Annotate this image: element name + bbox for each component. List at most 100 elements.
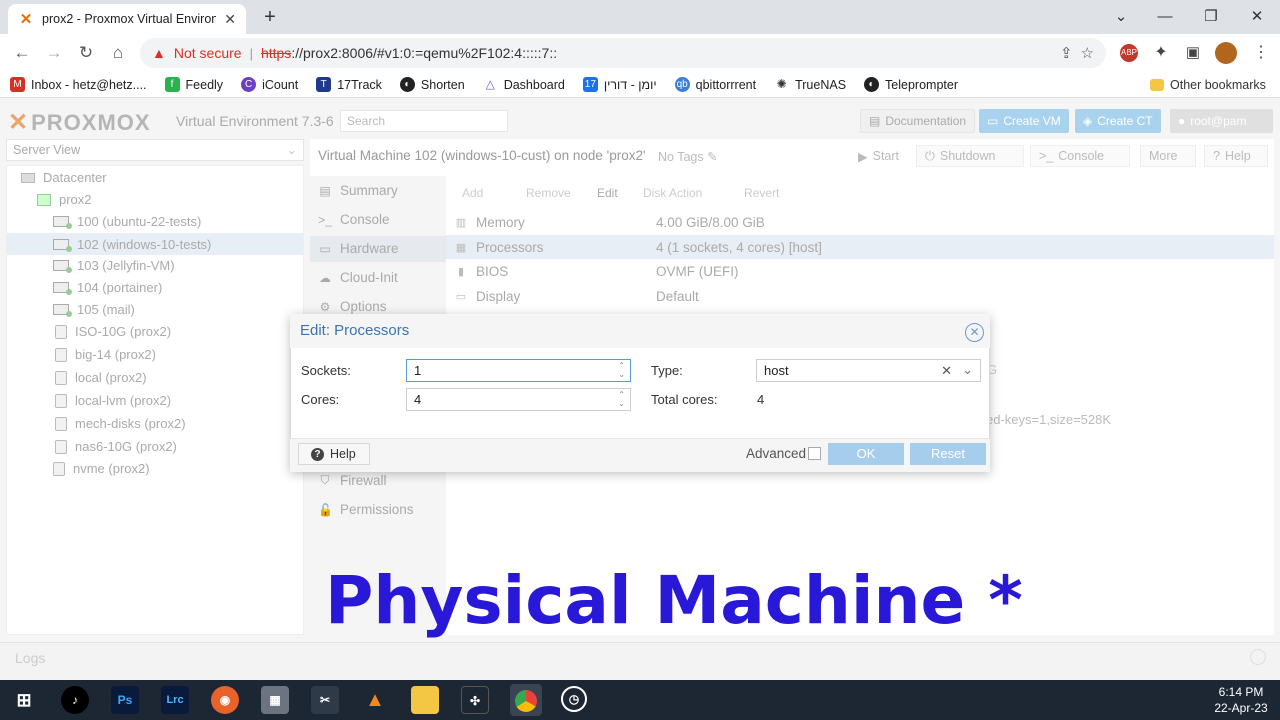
create-vm-button[interactable]: ▭ Create VM <box>979 109 1069 133</box>
tree-node-vm-103[interactable]: 103 (Jellyfin-VM) <box>53 258 175 273</box>
bookmark-6[interactable]: 17 יומן - דורין <box>582 77 657 92</box>
extensions-icon[interactable]: ✦ <box>1150 42 1172 64</box>
tab-search-icon[interactable]: ⌄ <box>1098 4 1144 30</box>
bookmark-4[interactable]: ◐ Shorten <box>399 77 465 92</box>
tree-node-vm-104[interactable]: 104 (portainer) <box>53 280 162 295</box>
tree-node-datacenter[interactable]: Datacenter <box>21 170 107 185</box>
file-explorer-icon[interactable] <box>411 686 439 714</box>
hw-add-button[interactable]: Add <box>452 183 493 203</box>
tiktok-icon[interactable]: ♪ <box>61 686 89 714</box>
close-tab-icon[interactable]: ✕ <box>224 11 236 28</box>
bookmark-3[interactable]: T 17Track <box>316 77 382 92</box>
chrome-menu-icon[interactable]: ⋮ <box>1250 42 1272 64</box>
tree-node-storage[interactable]: local-lvm (prox2) <box>55 393 171 408</box>
profile-avatar[interactable] <box>1215 42 1237 64</box>
tree-node-vm-100[interactable]: 100 (ubuntu-22-tests) <box>53 214 201 229</box>
chrome-taskbar-icon[interactable] <box>510 684 542 716</box>
server-view-select[interactable]: Server View ⌄ <box>6 139 304 161</box>
other-bookmarks[interactable]: Other bookmarks <box>1150 72 1266 98</box>
reset-button[interactable]: Reset <box>910 443 986 465</box>
logs-label[interactable]: Logs <box>15 650 45 666</box>
help-button[interactable]: ? Help <box>1204 145 1268 167</box>
create-ct-button[interactable]: ◈ Create CT <box>1075 109 1161 133</box>
documentation-button[interactable]: ▤ Documentation <box>860 109 976 133</box>
tree-node-storage[interactable]: big-14 (prox2) <box>55 347 156 362</box>
hw-row-display[interactable]: ▭ Display Default <box>446 284 1274 308</box>
nav-console[interactable]: >_ Console <box>318 212 389 227</box>
help-button[interactable]: ? Help <box>298 443 370 465</box>
bookmark-5[interactable]: △ Dashboard <box>482 77 565 92</box>
ok-button[interactable]: OK <box>828 443 904 465</box>
hw-row-bios[interactable]: ▮ BIOS OVMF (UEFI) <box>446 259 1274 283</box>
photoshop-icon[interactable]: Ps <box>111 686 139 714</box>
nav-options[interactable]: ⚙ Options <box>318 299 387 314</box>
more-button[interactable]: More <box>1140 145 1196 167</box>
tree-node-storage[interactable]: mech-disks (prox2) <box>55 416 186 431</box>
browser-tab[interactable]: ✕ prox2 - Proxmox Virtual Environm ✕ <box>8 4 246 34</box>
hw-revert-button[interactable]: Revert <box>734 183 789 203</box>
bookmark-star-icon[interactable]: ☆ <box>1081 44 1094 62</box>
nav-cloud-init[interactable]: ☁ Cloud-Init <box>318 270 398 285</box>
system-clock[interactable]: 6:14 PM 22-Apr-23 <box>1208 684 1274 716</box>
tree-node-vm-102[interactable]: 102 (windows-10-tests) <box>7 233 303 255</box>
snipping-tool-icon[interactable]: ✂ <box>311 686 339 714</box>
nav-permissions[interactable]: 🔓 Permissions <box>318 502 414 517</box>
restore-button[interactable]: ❐ <box>1188 4 1234 30</box>
obs-recorder-icon[interactable]: ◷ <box>561 686 587 712</box>
shutdown-label: Shutdown <box>939 149 996 163</box>
side-panel-icon[interactable]: ▣ <box>1182 42 1204 64</box>
windows-start-icon[interactable]: ⊞ <box>10 686 38 714</box>
vlc-icon[interactable]: ▲ <box>361 686 389 714</box>
home-icon[interactable]: ⌂ <box>106 41 130 65</box>
advanced-checkbox[interactable] <box>808 447 821 460</box>
forward-icon[interactable]: → <box>42 41 66 65</box>
bookmark-7[interactable]: qb qbittorrrent <box>674 77 756 92</box>
tree-node-prox2[interactable]: prox2 <box>37 192 92 207</box>
spinner-icon[interactable]: ⌃ ⌄ <box>618 390 625 408</box>
hw-row-processors[interactable]: ▦ Processors 4 (1 sockets, 4 cores) [host] <box>446 235 1274 259</box>
address-bar[interactable]: ▲ Not secure | https://prox2:8006/#v1:0:… <box>140 38 1106 68</box>
share-icon[interactable]: ⇪ <box>1060 44 1073 62</box>
hw-row-memory[interactable]: ▥ Memory 4.00 GiB/8.00 GiB <box>446 210 1274 234</box>
console-button[interactable]: >_ Console <box>1030 145 1130 167</box>
chevron-down-icon[interactable]: ⌄ <box>962 362 973 378</box>
no-tags-label[interactable]: No Tags ✎ <box>658 149 718 164</box>
davinci-resolve-icon[interactable]: ✣ <box>461 686 489 714</box>
tree-node-vm-105[interactable]: 105 (mail) <box>53 302 135 317</box>
shutdown-button[interactable]: ⏻ Shutdown <box>916 145 1024 167</box>
nav-firewall[interactable]: ⛉ Firewall <box>318 473 386 488</box>
tree-node-storage[interactable]: nvme (prox2) <box>53 461 150 476</box>
bookmark-2[interactable]: CiCount <box>241 77 298 92</box>
hw-disk-action-button[interactable]: Disk Action <box>633 183 712 203</box>
lightroom-icon[interactable]: Lrc <box>161 686 189 714</box>
back-icon[interactable]: ← <box>10 41 34 65</box>
spinner-icon[interactable]: ⌃ ⌄ <box>618 361 625 379</box>
cores-field[interactable]: 4 ⌃ ⌄ <box>406 388 631 411</box>
adblock-icon[interactable]: ABP <box>1120 44 1138 62</box>
user-menu-button[interactable]: ● root@pam <box>1170 109 1273 133</box>
hw-edit-button[interactable]: Edit <box>587 183 628 203</box>
tree-node-storage[interactable]: ISO-10G (prox2) <box>55 324 171 339</box>
start-button[interactable]: ▶ Start <box>850 145 907 167</box>
search-input[interactable]: Search <box>340 110 508 132</box>
sockets-field[interactable]: 1 ⌃ ⌄ <box>406 359 631 382</box>
tree-node-storage[interactable]: local (prox2) <box>55 370 147 385</box>
bookmark-1[interactable]: f Feedly <box>164 77 223 92</box>
nav-summary[interactable]: ▤ Summary <box>318 183 397 198</box>
bookmark-8[interactable]: ✺ TrueNAS <box>774 77 846 92</box>
reload-icon[interactable]: ↻ <box>74 41 98 65</box>
cpu-type-select[interactable]: host ✕ ⌄ <box>756 359 981 382</box>
firefox-icon[interactable]: ◉ <box>211 686 239 714</box>
calculator-icon[interactable]: ▦ <box>261 686 289 714</box>
nav-hardware[interactable]: ▭ Hardware <box>318 241 398 256</box>
tree-node-storage[interactable]: nas6-10G (prox2) <box>55 439 177 454</box>
expand-logs-icon[interactable] <box>1250 649 1266 665</box>
close-icon[interactable]: ✕ <box>965 323 984 342</box>
close-window-button[interactable]: ✕ <box>1234 4 1280 30</box>
minimize-button[interactable]: — <box>1142 4 1188 30</box>
clear-icon[interactable]: ✕ <box>941 363 952 379</box>
bookmark-9[interactable]: ◐ Teleprompter <box>864 77 958 92</box>
bookmark-0[interactable]: M Inbox - hetz@hetz.... <box>10 77 147 92</box>
new-tab-button[interactable]: + <box>258 6 282 28</box>
hw-remove-button[interactable]: Remove <box>516 183 581 203</box>
